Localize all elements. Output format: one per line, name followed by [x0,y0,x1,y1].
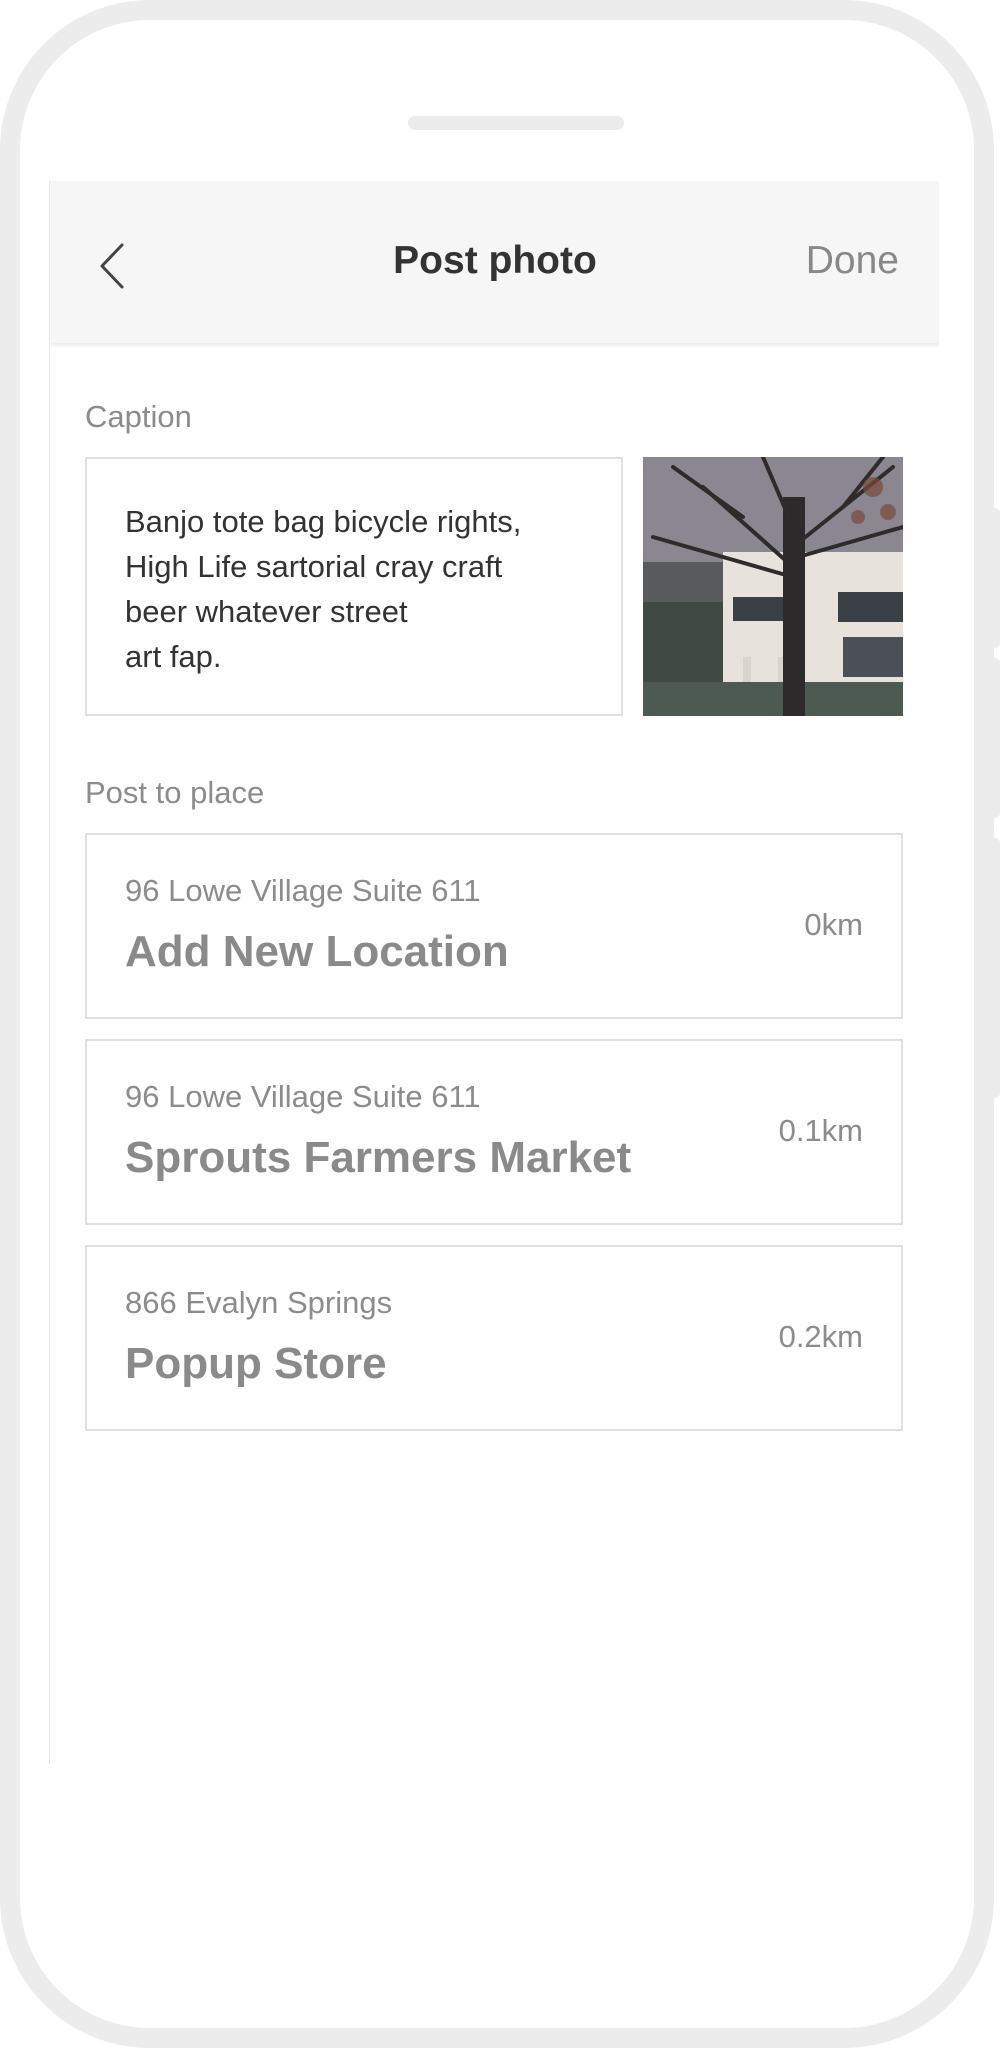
place-item-popup-store[interactable]: 866 Evalyn Springs Popup Store 0.2km [85,1245,903,1431]
app-screen: Post photo Done Caption Banjo tote bag b… [49,181,939,1764]
post-to-place-label: Post to place [85,775,265,810]
done-button[interactable]: Done [806,239,899,283]
side-button [990,658,1000,818]
navigation-bar: Post photo Done [50,181,939,343]
place-item-sprouts-farmers-market[interactable]: 96 Lowe Village Suite 611 Sprouts Farmer… [85,1039,903,1225]
place-name: Add New Location [125,927,509,976]
place-name: Popup Store [125,1339,387,1388]
photo-thumbnail[interactable] [643,457,903,716]
caption-label: Caption [85,399,192,434]
place-address: 96 Lowe Village Suite 611 [125,873,481,908]
place-name: Sprouts Farmers Market [125,1133,632,1182]
caption-input[interactable]: Banjo tote bag bicycle rights, High Life… [85,457,623,716]
side-button [990,838,1000,1098]
place-address: 866 Evalyn Springs [125,1285,393,1320]
side-button [990,508,1000,648]
place-item-add-new-location[interactable]: 96 Lowe Village Suite 611 Add New Locati… [85,833,903,1019]
place-distance: 0km [804,907,863,942]
place-distance: 0.2km [778,1319,863,1354]
place-distance: 0.1km [778,1113,863,1148]
speaker-grille [408,116,624,130]
place-address: 96 Lowe Village Suite 611 [125,1079,481,1114]
